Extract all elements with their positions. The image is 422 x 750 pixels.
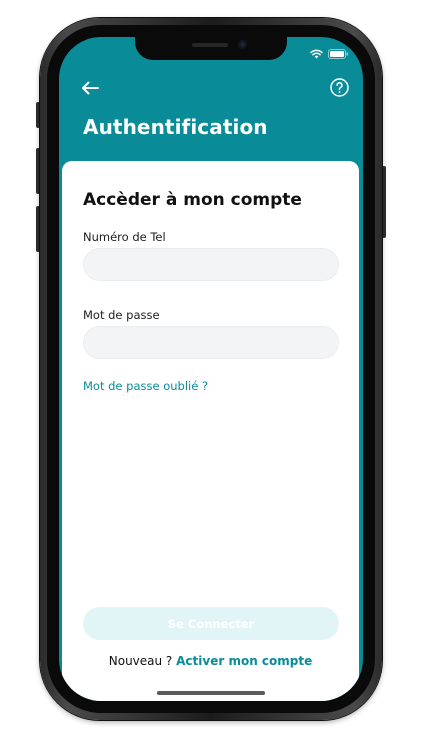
password-input[interactable]: [83, 326, 339, 359]
phone-label: Numéro de Tel: [83, 230, 166, 244]
help-button[interactable]: [329, 78, 349, 102]
connect-button[interactable]: Se Connecter: [83, 607, 339, 640]
back-button[interactable]: [79, 81, 101, 99]
activate-account-link[interactable]: Activer mon compte: [176, 654, 312, 668]
forgot-password-link[interactable]: Mot de passe oublié ?: [83, 379, 208, 393]
login-card: Accèder à mon compte Numéro de Tel Mot d…: [62, 161, 359, 701]
page-title: Authentification: [83, 115, 268, 139]
form-title: Accèder à mon compte: [83, 190, 302, 210]
signup-row: Nouveau ? Activer mon compte: [62, 654, 359, 668]
app-header: Authentification: [59, 37, 363, 167]
home-indicator[interactable]: [157, 691, 265, 695]
signup-prompt: Nouveau ?: [108, 654, 173, 668]
phone-screen: Authentification Accèder à mon compte Nu…: [59, 37, 363, 701]
question-circle-icon: [329, 78, 349, 102]
device-mockup: Authentification Accèder à mon compte Nu…: [0, 0, 422, 750]
password-label: Mot de passe: [83, 308, 160, 322]
power-button: [382, 166, 386, 238]
arrow-left-icon: [81, 81, 99, 100]
phone-input[interactable]: [83, 248, 339, 281]
